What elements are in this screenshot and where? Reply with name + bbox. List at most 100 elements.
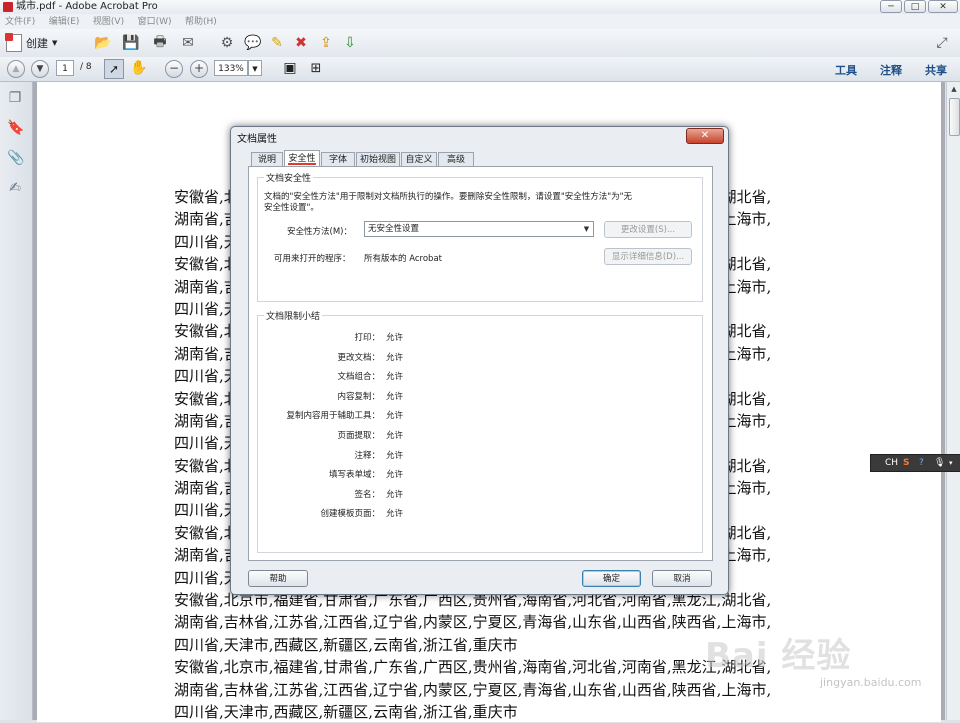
dialog-close-button[interactable]: ✕ xyxy=(686,128,724,144)
navigation-toolbar: ▲ ▼ 1 / 8 ➚ ✋ − + 133% ▼ ▣ ⊞ 工具 注释 共享 xyxy=(0,57,960,82)
scrollbar-thumb[interactable] xyxy=(949,98,960,136)
bookmark-icon[interactable]: 🔖 xyxy=(7,120,24,136)
restriction-row: 文档组合： 允许 xyxy=(258,370,718,384)
create-pdf-icon xyxy=(5,33,22,52)
restriction-row: 内容复制： 允许 xyxy=(258,390,718,404)
ime-language[interactable]: CH xyxy=(885,456,898,470)
security-method-value: 无安全性设置 xyxy=(368,224,420,234)
window-title: 城市.pdf - Adobe Acrobat Pro xyxy=(16,1,158,12)
signature-icon[interactable]: ✍ xyxy=(7,180,23,196)
pages-thumbnail-icon[interactable]: ❐ xyxy=(7,90,23,106)
baidu-watermark: Bai 经验 xyxy=(705,636,852,676)
fit-width-icon[interactable]: ⊞ xyxy=(307,59,325,77)
scroll-up-icon[interactable]: ▲ xyxy=(947,82,960,96)
change-settings-button[interactable]: 更改设置(S)... xyxy=(604,221,692,238)
menu-bar: 文件(F) 编辑(E) 视图(V) 窗口(W) 帮助(H) xyxy=(0,14,960,29)
help-button[interactable]: 帮助 xyxy=(248,570,308,587)
chevron-down-icon[interactable]: ▾ xyxy=(949,456,953,470)
menu-file[interactable]: 文件(F) xyxy=(0,15,40,30)
restriction-value: 允许 xyxy=(386,431,404,441)
restriction-name: 更改文档： xyxy=(337,352,380,363)
chevron-down-icon: ▼ xyxy=(52,39,58,47)
restriction-name: 内容复制： xyxy=(337,391,380,402)
restriction-name: 注释： xyxy=(354,450,380,461)
page-number-input[interactable]: 1 xyxy=(56,60,74,76)
create-button[interactable]: 创建 ▼ xyxy=(5,33,58,53)
restriction-row: 更改文档： 允许 xyxy=(258,351,718,365)
tab-initial-view[interactable]: 初始视图 xyxy=(356,152,400,166)
document-security-title: 文档安全性 xyxy=(264,171,314,184)
save-icon[interactable]: 💾 xyxy=(122,34,140,52)
menu-view[interactable]: 视图(V) xyxy=(88,15,129,30)
zoom-dropdown-icon[interactable]: ▼ xyxy=(248,60,262,76)
restriction-value: 允许 xyxy=(386,450,404,461)
restriction-name: 页面提取： xyxy=(337,431,380,441)
open-folder-icon[interactable]: 📂 xyxy=(94,34,112,52)
menu-edit[interactable]: 编辑(E) xyxy=(44,15,85,30)
restriction-value: 允许 xyxy=(386,470,404,481)
ok-button[interactable]: 确定 xyxy=(582,570,641,587)
attachment-icon[interactable]: 📎 xyxy=(7,150,24,166)
show-details-button[interactable]: 显示详细信息(D)... xyxy=(604,248,692,265)
close-window-button[interactable]: ✕ xyxy=(928,0,958,13)
ime-toolbar[interactable]: CH S ? 🎙 ▾ xyxy=(870,454,960,472)
open-with-label: 可用来打开的程序： xyxy=(274,254,351,264)
restrictions-summary-group: 文档限制小结 打印： 允许 更改文档： 允许 文档组合： 允许 内容复制： 允许 复制内容用于辅… xyxy=(257,309,703,553)
maximize-button[interactable]: □ xyxy=(904,0,926,13)
export-icon[interactable]: ⇪ xyxy=(317,34,335,52)
restriction-value: 允许 xyxy=(386,333,404,343)
zoom-input[interactable]: 133% xyxy=(214,60,248,76)
email-icon[interactable]: ✉ xyxy=(179,34,197,52)
minimize-button[interactable]: ─ xyxy=(880,0,902,13)
tab-advanced[interactable]: 高级 xyxy=(438,152,474,166)
main-toolbar: 创建 ▼ 📂 💾 🖶 ✉ ⚙ 💬 ✎ ✖ ⇪ ⇩ ⤢ xyxy=(0,29,960,58)
window-title-bar: 城市.pdf - Adobe Acrobat Pro ─ □ ✕ xyxy=(0,0,960,14)
security-method-label: 安全性方法(M)： xyxy=(287,227,352,237)
restriction-value: 允许 xyxy=(386,352,404,363)
next-page-icon[interactable]: ▼ xyxy=(31,60,49,78)
comment-icon[interactable]: 💬 xyxy=(244,34,262,52)
select-cursor-icon[interactable]: ➚ xyxy=(104,59,124,79)
restrictions-summary-title: 文档限制小结 xyxy=(264,309,323,322)
security-method-select[interactable]: 无安全性设置 ▼ xyxy=(364,221,594,237)
gear-icon[interactable]: ⚙ xyxy=(218,34,236,52)
restriction-row: 签名： 允许 xyxy=(258,488,718,502)
zoom-out-icon[interactable]: − xyxy=(165,60,183,78)
help-icon[interactable]: ? xyxy=(919,456,924,470)
security-description-1: 文档的"安全性方法"用于限制对文档所执行的操作。要删除安全性限制，请设置"安全性… xyxy=(264,192,633,202)
restriction-row: 页面提取： 允许 xyxy=(258,429,718,443)
restriction-name: 文档组合： xyxy=(337,372,380,383)
restriction-row: 复制内容用于辅助工具： 允许 xyxy=(258,409,718,423)
highlight-icon[interactable]: ✎ xyxy=(268,34,286,52)
restriction-name: 创建模板页面： xyxy=(320,509,380,520)
page-total: / 8 xyxy=(80,62,92,72)
acrobat-icon xyxy=(3,2,13,12)
dialog-title: 文档属性 xyxy=(237,134,277,145)
security-tab-panel: 文档安全性 文档的"安全性方法"用于限制对文档所执行的操作。要删除安全性限制，请… xyxy=(248,166,713,561)
restriction-value: 允许 xyxy=(386,372,404,383)
comment-pane-link[interactable]: 注释 xyxy=(880,62,902,78)
fit-page-icon[interactable]: ▣ xyxy=(281,59,299,77)
tab-security[interactable]: 安全性 xyxy=(284,150,320,166)
sign-icon[interactable]: ✖ xyxy=(292,34,310,52)
microphone-icon[interactable]: 🎙 xyxy=(934,456,945,470)
cancel-button[interactable]: 取消 xyxy=(652,570,712,587)
share-icon[interactable]: ⇩ xyxy=(341,34,359,52)
share-pane-link[interactable]: 共享 xyxy=(925,62,947,78)
print-icon[interactable]: 🖶 xyxy=(151,34,169,52)
menu-window[interactable]: 窗口(W) xyxy=(133,15,177,30)
sogou-icon[interactable]: S xyxy=(903,456,909,470)
expand-icon[interactable]: ⤢ xyxy=(933,34,951,52)
create-label: 创建 xyxy=(26,37,48,50)
zoom-in-icon[interactable]: + xyxy=(190,60,208,78)
tab-description[interactable]: 说明 xyxy=(251,152,283,166)
tools-pane-link[interactable]: 工具 xyxy=(835,62,857,78)
hand-tool-icon[interactable]: ✋ xyxy=(130,59,148,77)
tab-custom[interactable]: 自定义 xyxy=(401,152,437,166)
restriction-name: 打印： xyxy=(354,333,380,343)
vertical-scrollbar[interactable]: ▲ xyxy=(946,82,960,720)
restriction-row: 打印： 允许 xyxy=(258,331,718,345)
menu-help[interactable]: 帮助(H) xyxy=(180,15,222,30)
tab-fonts[interactable]: 字体 xyxy=(321,152,355,166)
previous-page-icon[interactable]: ▲ xyxy=(7,60,25,78)
